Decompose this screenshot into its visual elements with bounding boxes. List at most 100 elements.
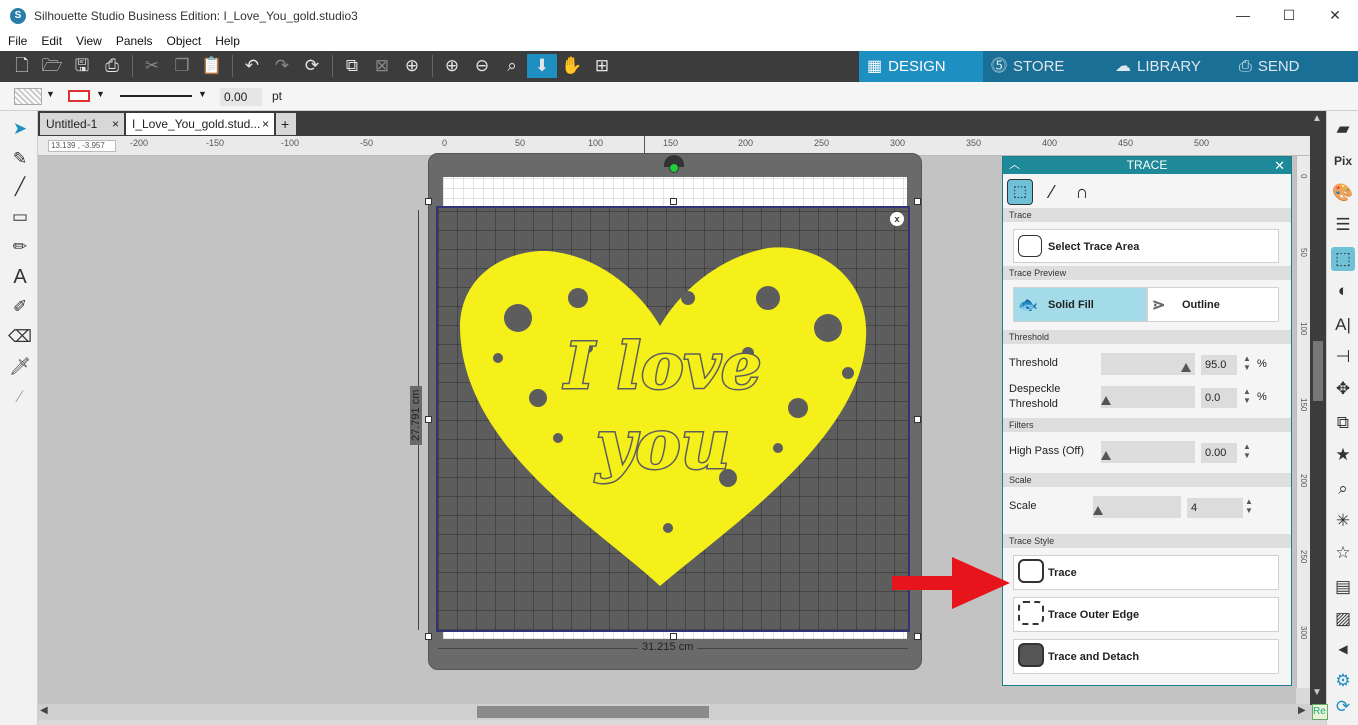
menu-view[interactable]: View: [76, 34, 102, 48]
high-pass-slider[interactable]: [1101, 441, 1195, 463]
menu-file[interactable]: File: [8, 34, 27, 48]
trace-style-trace-button[interactable]: Trace: [1013, 555, 1279, 590]
text-tool-icon[interactable]: A: [8, 265, 32, 289]
status-indicator[interactable]: Re: [1312, 704, 1328, 720]
align-icon[interactable]: ⊣: [1331, 345, 1355, 369]
line-width-input[interactable]: 0.00: [220, 88, 262, 106]
minimize-button[interactable]: —: [1220, 0, 1266, 31]
tab-library[interactable]: ☁ LIBRARY: [1107, 51, 1231, 82]
knife-icon[interactable]: 🗡: [8, 355, 32, 379]
save-icon[interactable]: 🖫: [70, 54, 94, 78]
resize-handle[interactable]: [670, 198, 677, 205]
pixscan-icon[interactable]: Pix: [1331, 149, 1355, 173]
menu-panels[interactable]: Panels: [116, 34, 153, 48]
slider-thumb[interactable]: [1181, 363, 1191, 372]
design-store-icon[interactable]: ⌕: [1331, 477, 1355, 501]
maximize-button[interactable]: ☐: [1266, 0, 1312, 31]
magnet-trace-icon[interactable]: ∩: [1069, 179, 1095, 205]
despeckle-spinner-icon[interactable]: ▲ ▼: [1243, 387, 1251, 405]
redraw-icon[interactable]: ⟳: [300, 54, 324, 78]
layers-icon[interactable]: ▤: [1331, 575, 1355, 599]
eyedropper-icon[interactable]: ⁄: [8, 385, 32, 409]
cut-icon[interactable]: ✂: [140, 54, 164, 78]
paste-icon[interactable]: 📋: [200, 54, 224, 78]
copy-icon[interactable]: ❐: [170, 54, 194, 78]
rotate-handle-icon[interactable]: [669, 163, 679, 173]
scroll-down-icon[interactable]: ▼: [1312, 687, 1322, 698]
outline-button[interactable]: ⋗ Outline: [1147, 287, 1279, 322]
resize-handle[interactable]: [914, 416, 921, 423]
line-style-icon[interactable]: ☰: [1331, 213, 1355, 237]
fit-to-page-icon[interactable]: ⬇: [527, 54, 557, 78]
open-file-icon[interactable]: 🗁: [40, 54, 64, 78]
scroll-up-icon[interactable]: ▲: [1312, 113, 1322, 124]
sparkle-icon[interactable]: ✳: [1331, 509, 1355, 533]
vertical-scrollbar[interactable]: ▲ ▼: [1310, 111, 1326, 705]
tab-untitled-1[interactable]: Untitled-1 ×: [40, 113, 124, 135]
vertical-scroll-thumb[interactable]: [1313, 341, 1323, 401]
menu-edit[interactable]: Edit: [41, 34, 62, 48]
despeckle-slider[interactable]: [1101, 386, 1195, 408]
rectangle-tool-icon[interactable]: ▭: [8, 205, 32, 229]
slider-thumb[interactable]: [1093, 506, 1103, 515]
trace-mode-icon[interactable]: ⬚: [1007, 179, 1033, 205]
scale-slider[interactable]: [1093, 496, 1181, 518]
settings-gear-icon[interactable]: ⚙: [1331, 669, 1355, 693]
select-trace-area-button[interactable]: Select Trace Area: [1013, 229, 1279, 263]
page-setup-icon[interactable]: ▰: [1331, 117, 1355, 141]
trace-panel-icon[interactable]: ⬚: [1331, 247, 1355, 271]
zoom-in-icon[interactable]: ⊕: [440, 54, 464, 78]
trace-outer-edge-button[interactable]: Trace Outer Edge: [1013, 597, 1279, 632]
horizontal-scroll-thumb[interactable]: [477, 706, 709, 718]
collapse-left-icon[interactable]: ◀: [1331, 637, 1355, 661]
resize-handle[interactable]: [425, 416, 432, 423]
fill-dropdown-arrow-icon[interactable]: ▼: [46, 89, 55, 99]
replicate-icon[interactable]: ⧉: [1331, 411, 1355, 435]
close-window-button[interactable]: ✕: [1312, 0, 1358, 31]
slider-thumb[interactable]: [1101, 396, 1111, 405]
close-panel-icon[interactable]: ✕: [1274, 157, 1285, 174]
point-edit-icon[interactable]: ✎: [8, 147, 32, 171]
star-icon[interactable]: ★: [1331, 443, 1355, 467]
line-tool-icon[interactable]: ╱: [8, 175, 32, 199]
pan-hand-icon[interactable]: ✋: [560, 54, 584, 78]
hatch-icon[interactable]: ▨: [1331, 607, 1355, 631]
zoom-fit-icon[interactable]: ⊞: [590, 54, 614, 78]
close-tab-icon[interactable]: ×: [262, 113, 269, 135]
zoom-out-icon[interactable]: ⊖: [470, 54, 494, 78]
solid-fill-button[interactable]: 🐟 Solid Fill: [1013, 287, 1147, 322]
undo-icon[interactable]: ↶: [240, 54, 264, 78]
line-style-sample[interactable]: [120, 95, 192, 97]
menu-help[interactable]: Help: [215, 34, 240, 48]
line-style-dropdown-icon[interactable]: ▼: [198, 89, 207, 99]
resize-handle[interactable]: [425, 633, 432, 640]
resize-handle[interactable]: [914, 198, 921, 205]
draw-pencil-icon[interactable]: ✏: [8, 235, 32, 259]
menu-object[interactable]: Object: [167, 34, 202, 48]
tab-design[interactable]: ▦ DESIGN: [859, 51, 983, 82]
tab-send[interactable]: ⎙ SEND: [1231, 51, 1358, 82]
offset-icon[interactable]: ◐: [1331, 279, 1355, 303]
scroll-left-icon[interactable]: ◀: [40, 705, 48, 716]
new-file-icon[interactable]: 🗋: [10, 54, 34, 78]
threshold-input[interactable]: 95.0: [1201, 355, 1237, 375]
group-icon[interactable]: ⧉: [340, 54, 364, 78]
threshold-spinner-icon[interactable]: ▲ ▼: [1243, 354, 1251, 372]
scale-input[interactable]: 4: [1187, 498, 1243, 518]
high-pass-spinner-icon[interactable]: ▲ ▼: [1243, 442, 1251, 460]
zoom-select-icon[interactable]: ⌕: [500, 54, 524, 78]
star-outline-icon[interactable]: ☆: [1331, 541, 1355, 565]
resize-handle[interactable]: [914, 633, 921, 640]
redo-icon[interactable]: ↷: [270, 54, 294, 78]
text-style-icon[interactable]: A|: [1331, 313, 1355, 337]
close-tab-icon[interactable]: ×: [112, 113, 119, 135]
sync-icon[interactable]: ⟳: [1331, 695, 1355, 719]
heart-artwork[interactable]: I love you: [438, 208, 912, 634]
despeckle-input[interactable]: 0.0: [1201, 388, 1237, 408]
fill-color-palette-icon[interactable]: 🎨: [1331, 181, 1355, 205]
fill-pattern-swatch[interactable]: [14, 88, 42, 105]
high-pass-input[interactable]: 0.00: [1201, 443, 1237, 463]
collapse-panel-icon[interactable]: ︿: [1009, 157, 1020, 174]
eyedropper-trace-icon[interactable]: ⁄: [1039, 179, 1065, 205]
resize-handle[interactable]: [425, 198, 432, 205]
